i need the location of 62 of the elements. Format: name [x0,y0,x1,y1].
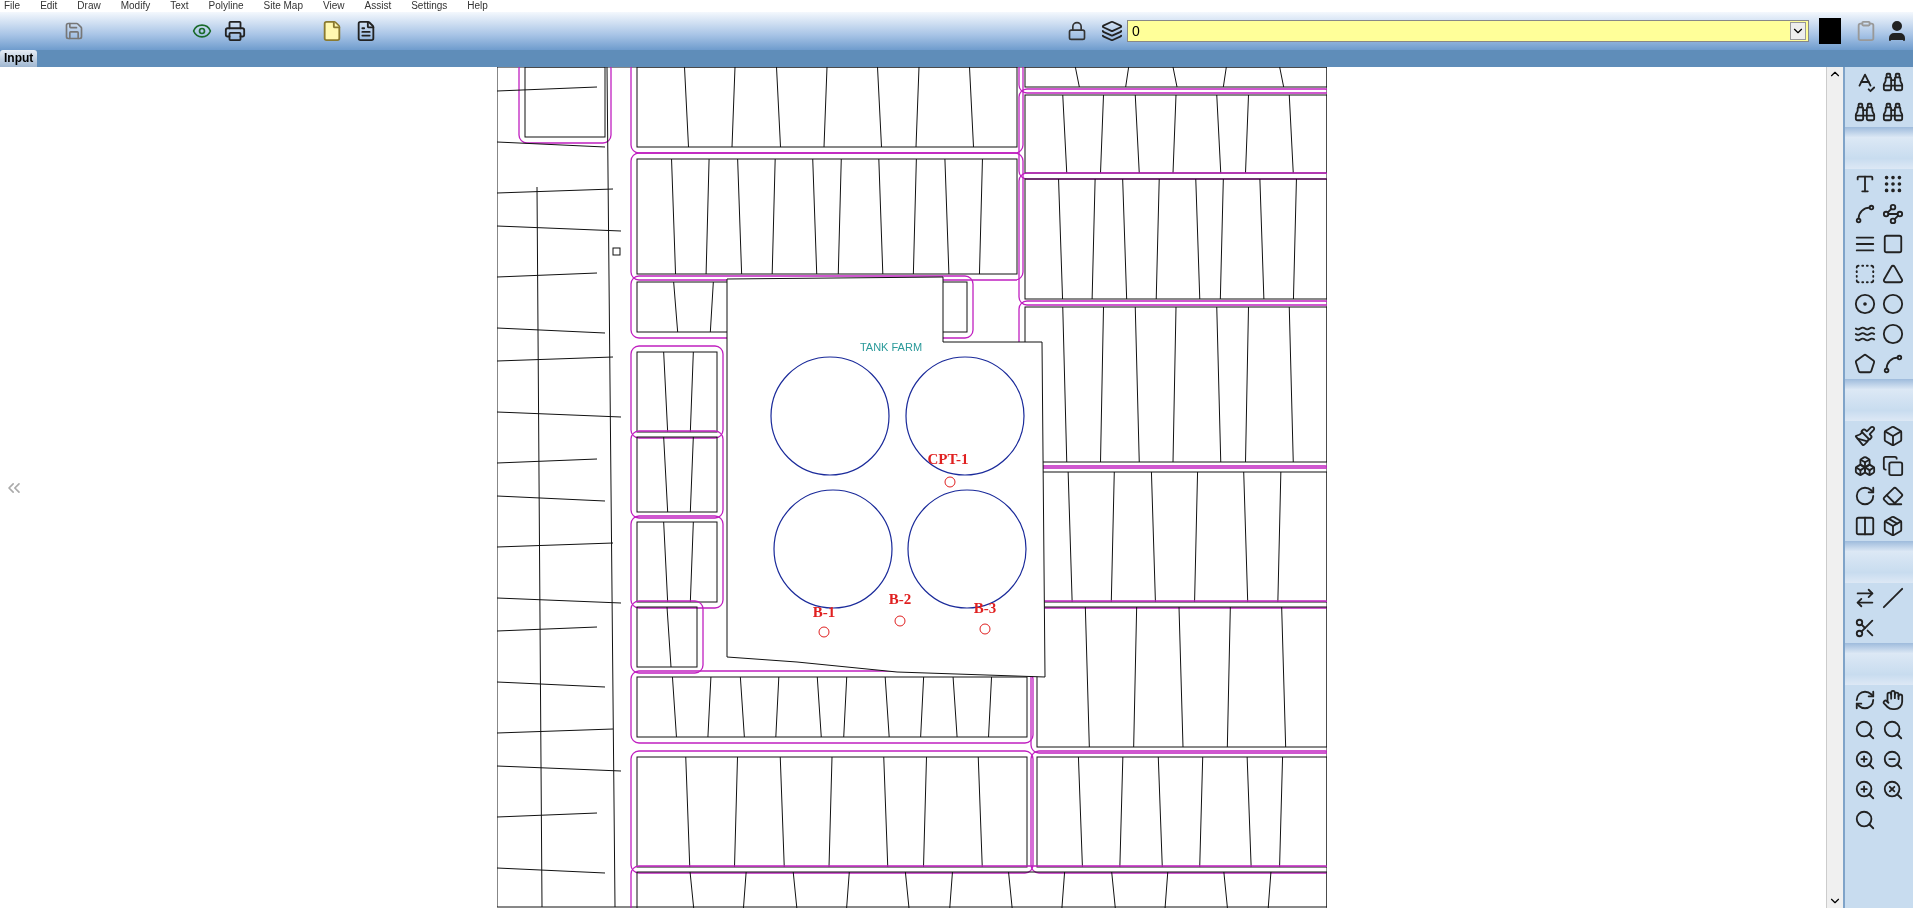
paint-icon[interactable] [1854,425,1876,447]
circle-center-icon[interactable] [1854,293,1876,315]
zoom-out-icon[interactable] [1882,749,1904,771]
menu-item[interactable]: Modify [120,0,151,12]
clipboard-icon[interactable] [1855,19,1877,43]
cubes-icon[interactable] [1854,455,1876,477]
zoom-in-icon[interactable] [1854,779,1876,801]
binoculars-icon[interactable] [1882,71,1904,93]
new-file-icon[interactable] [321,20,343,42]
menu-item[interactable]: Edit [40,0,58,12]
scissors-icon[interactable] [1854,617,1876,639]
text-icon[interactable] [1854,173,1876,195]
toolbar-separator [1845,643,1913,685]
document-icon[interactable] [355,20,377,42]
color-swatch[interactable] [1819,18,1841,44]
refresh-icon[interactable] [1854,689,1876,711]
layer-field[interactable]: 0 [1127,20,1809,42]
menu-item[interactable]: Site Map [263,0,303,12]
rotate-icon[interactable] [1854,485,1876,507]
polygon-icon[interactable] [1854,353,1876,375]
boring-marker [818,626,830,638]
boring-label: B-1 [812,604,836,620]
triangle-icon[interactable] [1882,263,1904,285]
zoom-cancel-icon[interactable] [1882,779,1904,801]
toolbar-separator [1845,541,1913,583]
menu-item[interactable]: Draw [77,0,101,12]
eye-icon[interactable] [190,21,214,41]
print-icon[interactable] [224,20,246,42]
menu-item[interactable]: Settings [411,0,448,12]
area-label: TANK FARM [859,341,923,353]
cube-icon[interactable] [1882,425,1904,447]
polyline-icon[interactable] [1882,203,1904,225]
binoculars-icon[interactable] [1882,101,1904,123]
points-icon[interactable] [1882,173,1904,195]
boring-label: B-2 [888,591,912,607]
copy-icon[interactable] [1882,455,1904,477]
curve-icon[interactable] [1882,353,1904,375]
layers-icon[interactable] [1101,20,1123,42]
dropdown-icon[interactable] [1790,22,1806,40]
toolbar-separator [1845,379,1913,421]
boring-label: B-3 [973,600,997,616]
menu-item[interactable]: Assist [364,0,392,12]
binoculars-icon[interactable] [1854,101,1876,123]
boring-marker [979,623,991,635]
boring-marker [944,476,956,488]
input-tab[interactable]: Input [0,50,38,67]
eraser-icon[interactable] [1882,485,1904,507]
toolbar-separator [1845,127,1913,169]
line-icon[interactable] [1854,203,1876,225]
menu-item[interactable]: File [4,0,21,12]
lock-icon[interactable] [1067,21,1087,41]
save-icon[interactable] [64,21,84,41]
menu-item[interactable]: Help [467,0,488,12]
menu-item[interactable]: Polyline [208,0,244,12]
pan-icon[interactable] [1882,689,1904,711]
boring-label: CPT-1 [927,451,969,467]
scrollbar[interactable] [1826,67,1843,908]
boring-marker [894,615,906,627]
menu-item[interactable]: Text [170,0,189,12]
circle-icon[interactable] [1882,293,1904,315]
menu-item[interactable]: View [323,0,345,12]
rectangle-icon[interactable] [1882,233,1904,255]
